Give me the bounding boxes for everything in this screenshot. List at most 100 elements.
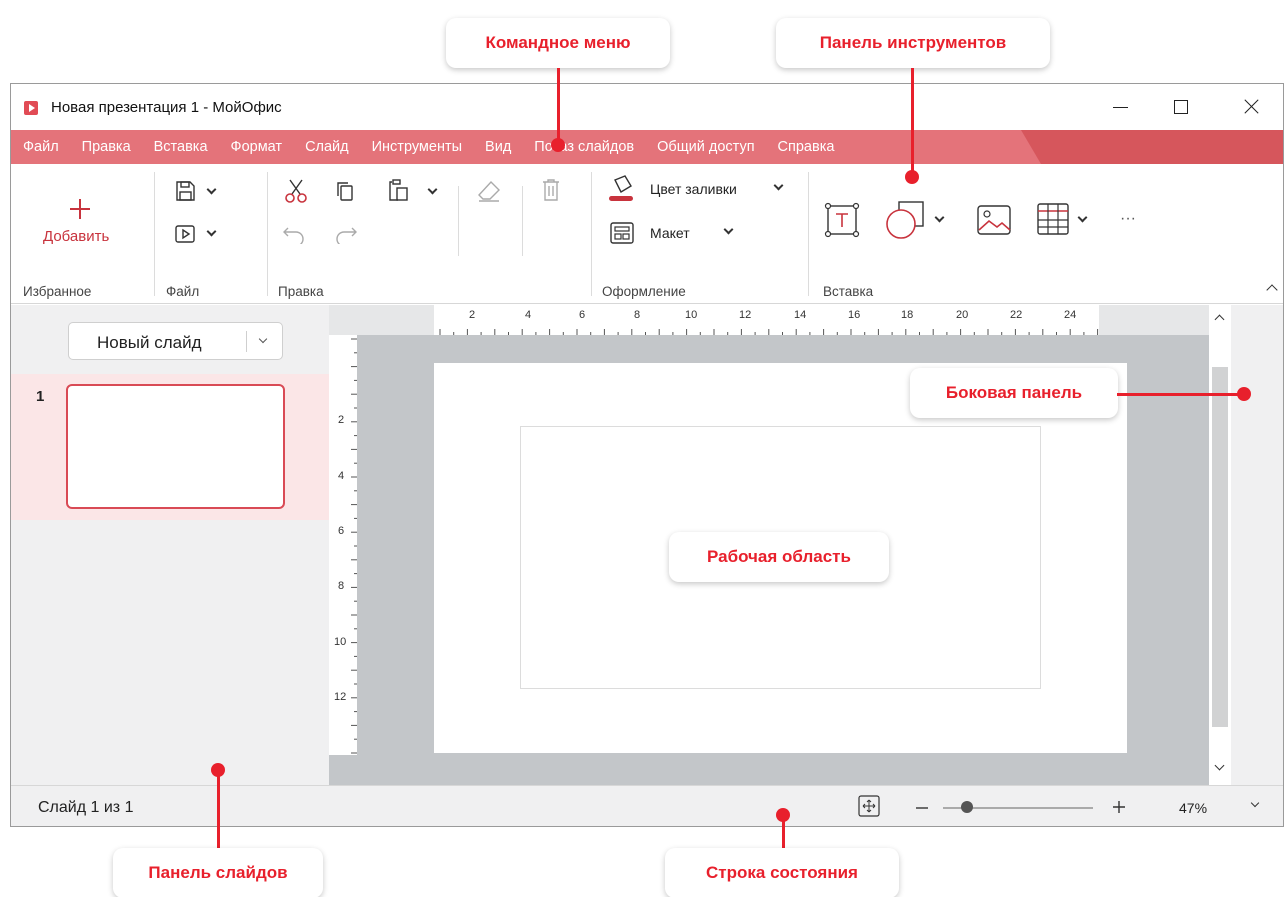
present-icon[interactable]: [174, 223, 196, 245]
zoom-dropdown-chevron-icon[interactable]: [1250, 798, 1260, 808]
paste-icon[interactable]: [387, 178, 409, 202]
horizontal-ruler: 2 4 6 8 10 12 14 16 18 20 22 24: [329, 305, 1209, 335]
more-options-icon[interactable]: ···: [1120, 210, 1136, 228]
minimize-button[interactable]: [1107, 94, 1135, 120]
vertical-scrollbar[interactable]: [1209, 305, 1231, 785]
group-label-favorites: Избранное: [23, 284, 92, 299]
new-slide-chevron-icon[interactable]: [258, 334, 268, 344]
zoom-percentage[interactable]: 47%: [1179, 800, 1207, 816]
ruler-h-label: 12: [739, 309, 752, 321]
ruler-v-label: 10: [334, 636, 347, 648]
image-icon[interactable]: [976, 204, 1012, 236]
callout-toolbar: Панель инструментов: [776, 18, 1050, 68]
fill-bucket-icon: [609, 175, 633, 201]
callout-status-bar: Строка состояния: [665, 848, 899, 897]
menu-sharing[interactable]: Общий доступ: [657, 139, 754, 155]
copy-icon[interactable]: [335, 180, 355, 202]
menu-tools[interactable]: Инструменты: [372, 139, 462, 155]
cut-icon[interactable]: [284, 178, 308, 204]
redo-icon[interactable]: [334, 224, 358, 244]
undo-icon[interactable]: [282, 224, 306, 244]
menu-slide[interactable]: Слайд: [305, 139, 349, 155]
fill-color-label: Цвет заливки: [650, 181, 737, 197]
separator: [154, 172, 155, 296]
ruler-h-label: 16: [848, 309, 861, 321]
callout-command-menu: Командное меню: [446, 18, 670, 68]
window-title: Новая презентация 1 - МойОфис: [51, 99, 282, 116]
command-menu: Файл Правка Вставка Формат Слайд Инструм…: [11, 130, 1283, 164]
shapes-chevron-icon[interactable]: [934, 212, 945, 223]
shapes-icon[interactable]: [885, 200, 927, 240]
ruler-h-label: 6: [579, 309, 586, 321]
fit-to-window-icon[interactable]: [857, 794, 881, 818]
close-button[interactable]: [1238, 94, 1266, 120]
menu-file[interactable]: Файл: [23, 139, 59, 155]
scrollbar-thumb[interactable]: [1212, 367, 1228, 727]
scroll-down-chevron-icon[interactable]: [1214, 760, 1225, 771]
plus-icon: [70, 199, 90, 219]
ruler-h-label: 2: [469, 309, 476, 321]
menu-edit[interactable]: Правка: [82, 139, 131, 155]
delete-trash-icon[interactable]: [541, 178, 561, 202]
paste-dropdown-chevron-icon[interactable]: [427, 184, 438, 195]
menu-view[interactable]: Вид: [485, 139, 511, 155]
collapse-toolbar-chevron-icon[interactable]: [1266, 284, 1278, 296]
ruler-h-label: 24: [1064, 309, 1077, 321]
separator: [522, 186, 523, 256]
slide-number: 1: [36, 388, 45, 405]
save-icon[interactable]: [174, 180, 196, 202]
layout-button[interactable]: Макет: [610, 219, 750, 249]
ruler-h-label: 22: [1010, 309, 1023, 321]
slide-thumbnail[interactable]: [66, 384, 285, 509]
new-slide-split-divider: [246, 331, 247, 352]
callout-work-area: Рабочая область: [669, 532, 889, 582]
zoom-slider-knob[interactable]: [961, 801, 973, 813]
zoom-in-icon[interactable]: [1112, 800, 1126, 814]
table-icon[interactable]: [1036, 202, 1070, 236]
slides-panel: Новый слайд 1: [11, 305, 329, 785]
separator: [808, 172, 809, 296]
callout-line: [782, 815, 785, 850]
ruler-h-label: 20: [956, 309, 969, 321]
clear-format-eraser-icon[interactable]: [477, 180, 501, 202]
fill-color-chevron-icon: [773, 180, 784, 191]
slide-counter: Слайд 1 из 1: [38, 799, 134, 816]
ruler-v-label: 2: [338, 414, 345, 426]
group-label-edit: Правка: [278, 284, 324, 299]
menu-insert[interactable]: Вставка: [154, 139, 208, 155]
callout-line: [911, 68, 914, 174]
scroll-up-chevron-icon[interactable]: [1214, 314, 1225, 325]
callout-line: [217, 770, 220, 850]
callout-line: [557, 68, 560, 139]
menu-help[interactable]: Справка: [778, 139, 835, 155]
slide-thumbnail-row[interactable]: 1: [11, 374, 329, 520]
fill-color-button[interactable]: Цвет заливки: [607, 174, 797, 208]
maximize-button[interactable]: [1166, 94, 1194, 120]
status-bar: Слайд 1 из 1 47%: [11, 785, 1283, 826]
add-label: Добавить: [43, 228, 110, 245]
app-logo-icon: [24, 101, 38, 115]
callout-line: [1117, 393, 1240, 396]
present-dropdown-chevron-icon[interactable]: [206, 226, 217, 237]
callout-dot: [1237, 387, 1251, 401]
screenshot-root: Новая презентация 1 - МойОфис Файл Правк…: [0, 0, 1284, 897]
table-chevron-icon[interactable]: [1077, 212, 1088, 223]
callout-side-panel: Боковая панель: [910, 368, 1118, 418]
separator: [267, 172, 268, 296]
new-slide-button[interactable]: Новый слайд: [68, 322, 283, 360]
menu-slideshow[interactable]: Показ слайдов: [534, 139, 634, 155]
toolbar: Добавить Избранное Файл Правка Цвет зали…: [11, 164, 1283, 304]
separator: [591, 172, 592, 296]
group-label-file: Файл: [166, 284, 200, 299]
ruler-h-label: 8: [634, 309, 641, 321]
add-button[interactable]: Добавить: [31, 194, 131, 254]
side-panel: [1231, 305, 1283, 785]
callout-dot: [551, 138, 565, 152]
text-box-icon[interactable]: [824, 202, 860, 238]
separator: [458, 186, 459, 256]
menu-items: Файл Правка Вставка Формат Слайд Инструм…: [23, 130, 857, 164]
zoom-out-icon[interactable]: [915, 801, 929, 815]
vertical-ruler: 2 4 6 8 10 12: [329, 335, 357, 755]
menu-format[interactable]: Формат: [231, 139, 283, 155]
save-dropdown-chevron-icon[interactable]: [206, 184, 217, 195]
